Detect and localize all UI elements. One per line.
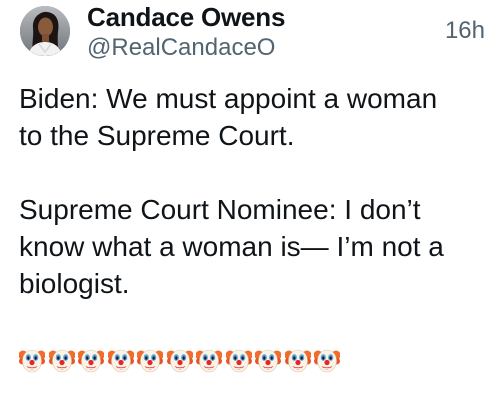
tweet[interactable]: Candace Owens @RealCandaceO 16h Biden: W… (0, 0, 500, 406)
avatar[interactable] (20, 6, 70, 56)
clown-face-icon (314, 349, 340, 373)
timestamp[interactable]: 16h (445, 16, 485, 46)
tweet-text-line: Biden: We must appoint a woman (19, 83, 438, 114)
clown-face-icon (78, 349, 104, 373)
tweet-text-line: Supreme Court Nominee: I don’t (19, 194, 421, 225)
tweet-text-line: to the Supreme Court. (19, 120, 295, 151)
tweet-paragraph: Supreme Court Nominee: I don’t know what… (19, 191, 479, 302)
author-handle[interactable]: @RealCandaceO (87, 33, 275, 63)
clown-face-icon (166, 349, 193, 373)
tweet-text-line: biologist. (19, 268, 130, 299)
tweet-text-line: know what a woman is— I’m not a (19, 231, 444, 262)
clown-face-icon (107, 349, 134, 373)
clown-face-icon (284, 349, 311, 373)
clown-face-icon (19, 349, 45, 373)
author-name[interactable]: Candace Owens (87, 1, 285, 33)
clown-face-icon (137, 349, 163, 373)
clown-face-icon (255, 349, 281, 373)
clown-face-icon (225, 349, 252, 373)
clown-face-icon (196, 349, 222, 373)
clown-face-icon (48, 349, 75, 373)
emoji-row (19, 346, 344, 382)
tweet-paragraph: Biden: We must appoint a woman to the Su… (19, 80, 479, 154)
tweet-text: Biden: We must appoint a woman to the Su… (19, 80, 479, 302)
